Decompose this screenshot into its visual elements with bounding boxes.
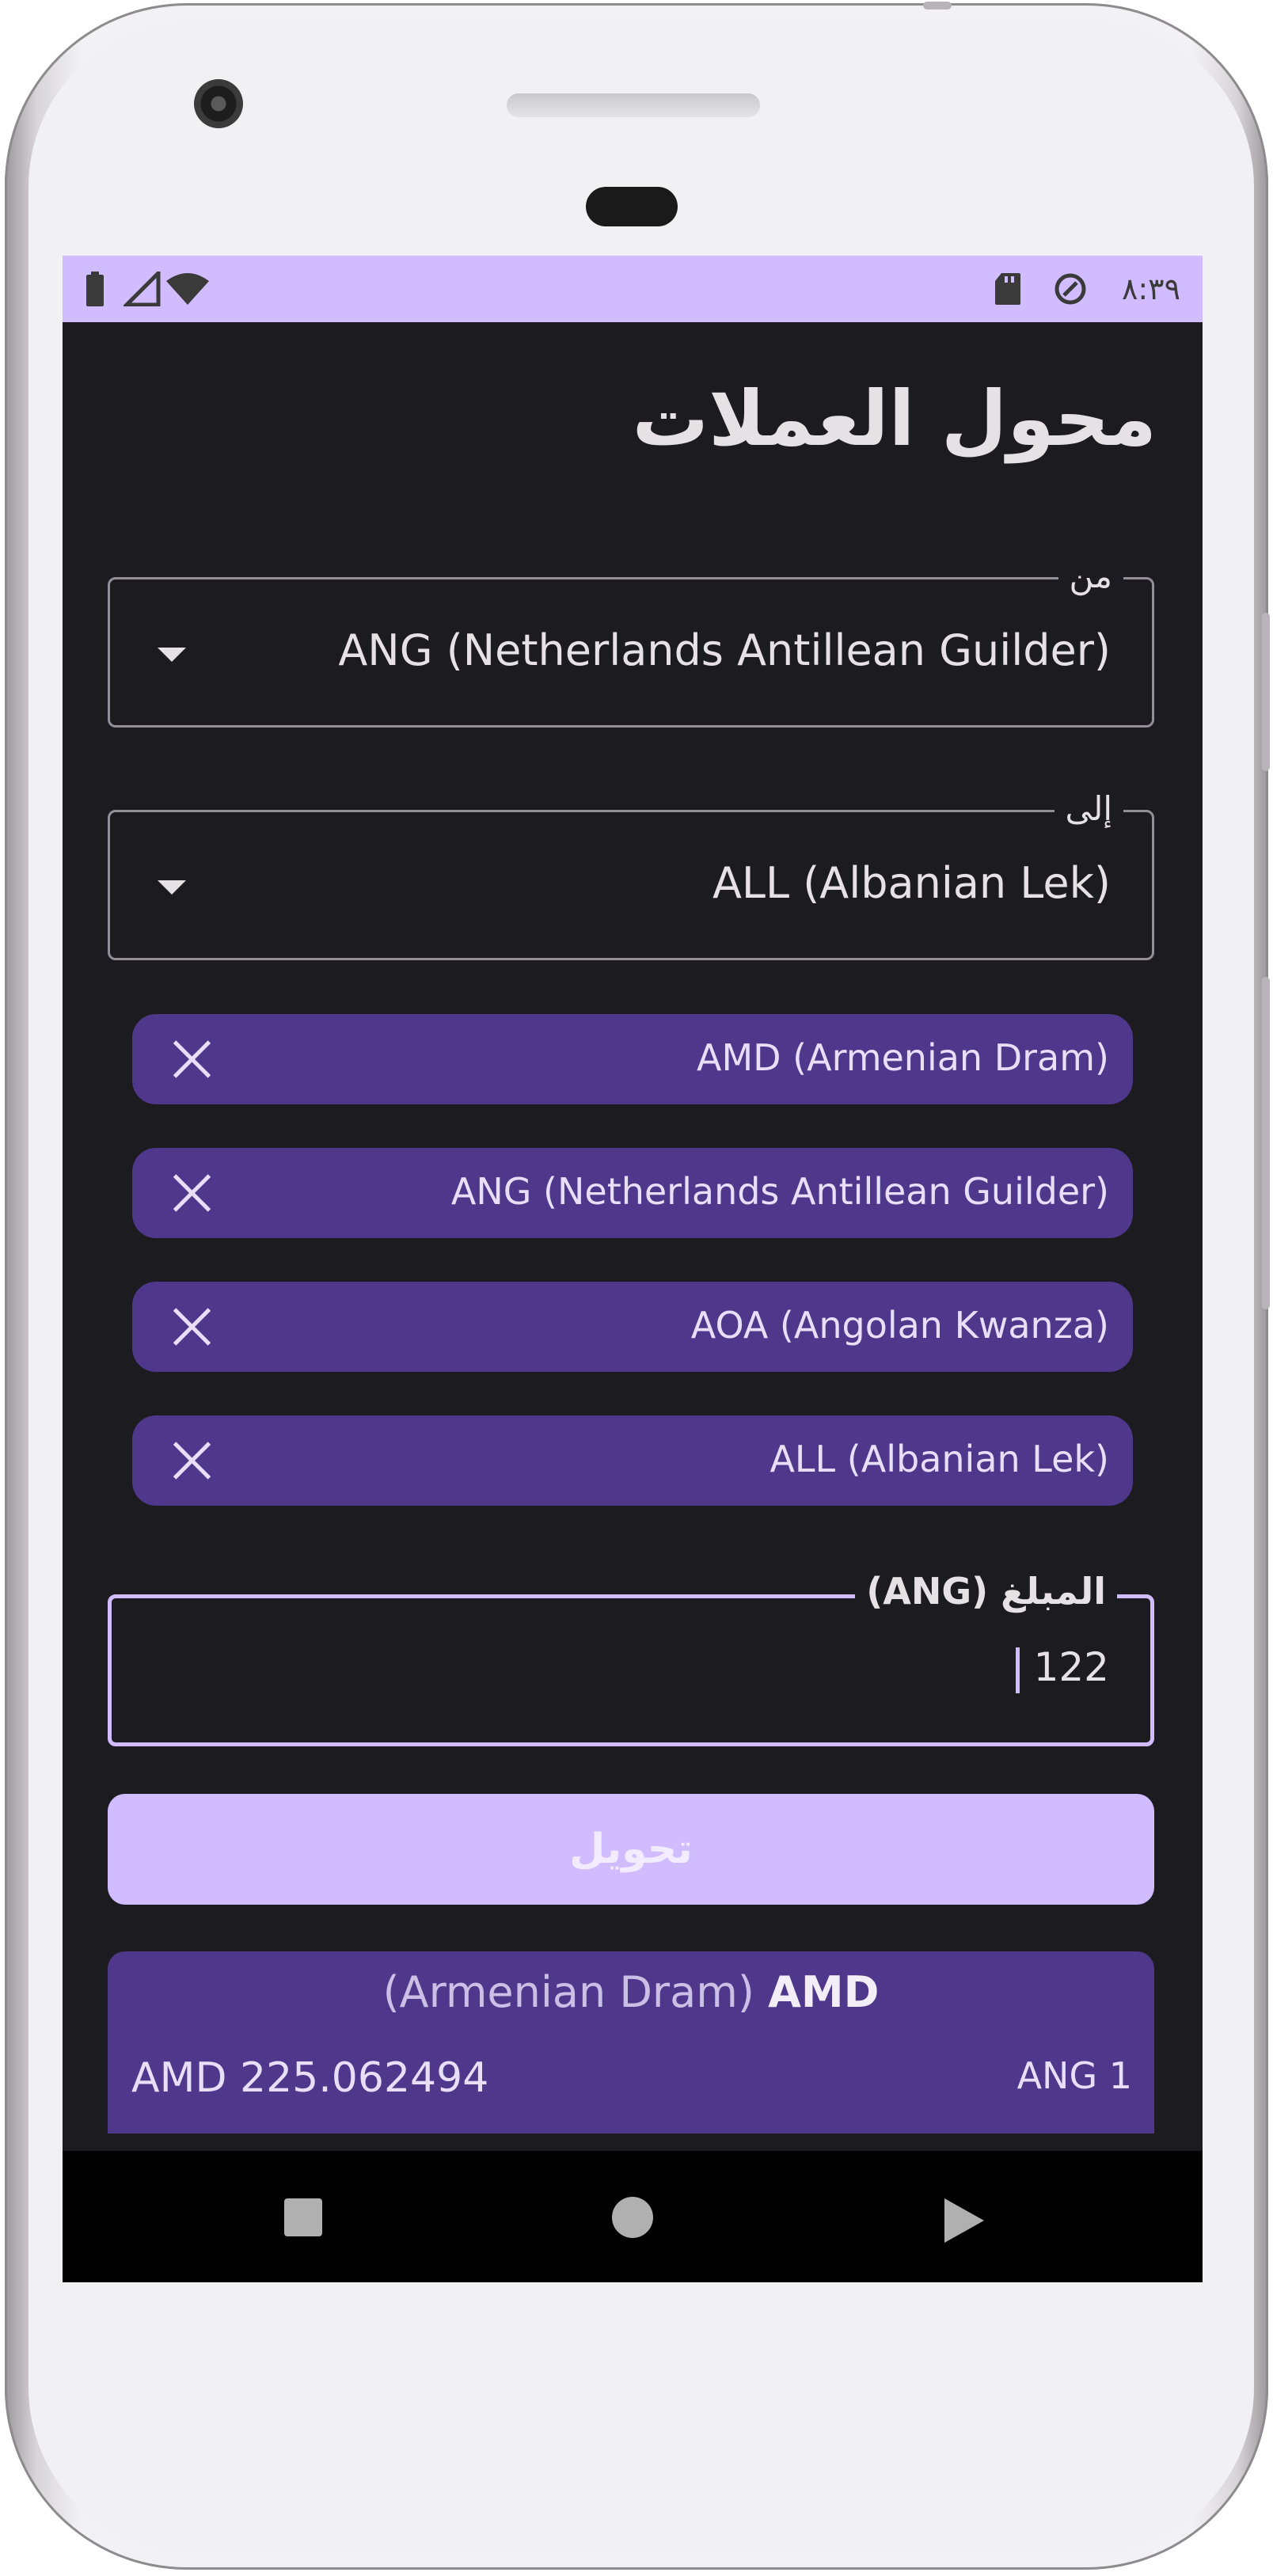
status-time: ٨:٣٩ [1121, 272, 1180, 306]
data-saver-icon [1051, 270, 1090, 308]
currency-chip-ang[interactable]: ANG (Netherlands Antillean Guilder) [132, 1148, 1133, 1238]
front-camera-icon [194, 79, 243, 128]
close-icon[interactable] [169, 1304, 215, 1350]
convert-button[interactable]: تحويل [108, 1794, 1154, 1905]
wifi-icon [164, 270, 211, 308]
volume-button [1262, 977, 1270, 1309]
amount-input[interactable]: المبلغ (ANG) 122 [108, 1563, 1154, 1746]
chip-label: AOA (Angolan Kwanza) [690, 1304, 1109, 1347]
currency-chip-aoa[interactable]: AOA (Angolan Kwanza) [132, 1282, 1133, 1372]
close-icon[interactable] [169, 1438, 215, 1484]
from-currency-dropdown[interactable]: من ANG (Netherlands Antillean Guilder) [108, 553, 1154, 728]
result-amount: AMD 225.062494 [131, 2054, 489, 2102]
proximity-sensor [586, 187, 678, 226]
battery-icon [83, 270, 107, 308]
chip-label: AMD (Armenian Dram) [696, 1036, 1109, 1079]
from-value: ANG (Netherlands Antillean Guilder) [338, 625, 1111, 675]
power-button [1262, 613, 1270, 771]
to-currency-dropdown[interactable]: إلى ALL (Albanian Lek) [108, 785, 1154, 960]
page-title: محول العملات [632, 374, 1157, 463]
back-icon[interactable] [944, 2198, 984, 2243]
result-card: (Armenian Dram) AMD AMD 225.062494 ANG 1 [108, 1951, 1154, 2133]
sd-card-icon [992, 270, 1024, 308]
close-icon[interactable] [169, 1170, 215, 1216]
result-currency-name: (Armenian Dram) [382, 1967, 754, 2017]
from-label: من [1058, 553, 1123, 600]
chip-label: ANG (Netherlands Antillean Guilder) [450, 1170, 1109, 1213]
to-label: إلى [1054, 785, 1123, 833]
result-title: (Armenian Dram) AMD [108, 1967, 1154, 2017]
result-currency-code: AMD [768, 1967, 880, 2017]
app-screen: ٨:٣٩ محول العملات من ANG (Netherlands An… [63, 256, 1203, 2282]
amount-label: المبلغ (ANG) [855, 1563, 1117, 1619]
close-icon[interactable] [169, 1036, 215, 1082]
signal-icon [123, 270, 162, 308]
home-icon[interactable] [612, 2197, 653, 2238]
status-bar: ٨:٣٩ [63, 256, 1203, 322]
to-value: ALL (Albanian Lek) [712, 858, 1111, 908]
text-cursor [1016, 1647, 1020, 1693]
currency-chip-amd[interactable]: AMD (Armenian Dram) [132, 1014, 1133, 1104]
chip-label: ALL (Albanian Lek) [770, 1438, 1109, 1480]
currency-chip-all[interactable]: ALL (Albanian Lek) [132, 1415, 1133, 1506]
recent-apps-icon[interactable] [284, 2198, 322, 2236]
earpiece-speaker [507, 93, 760, 117]
top-notch-button [923, 2, 952, 9]
dropdown-arrow-icon[interactable] [158, 880, 186, 895]
source-amount: ANG 1 [1016, 2054, 1132, 2097]
dropdown-arrow-icon[interactable] [158, 648, 186, 662]
navigation-bar [63, 2151, 1203, 2282]
amount-value[interactable]: 122 [1034, 1644, 1109, 1690]
